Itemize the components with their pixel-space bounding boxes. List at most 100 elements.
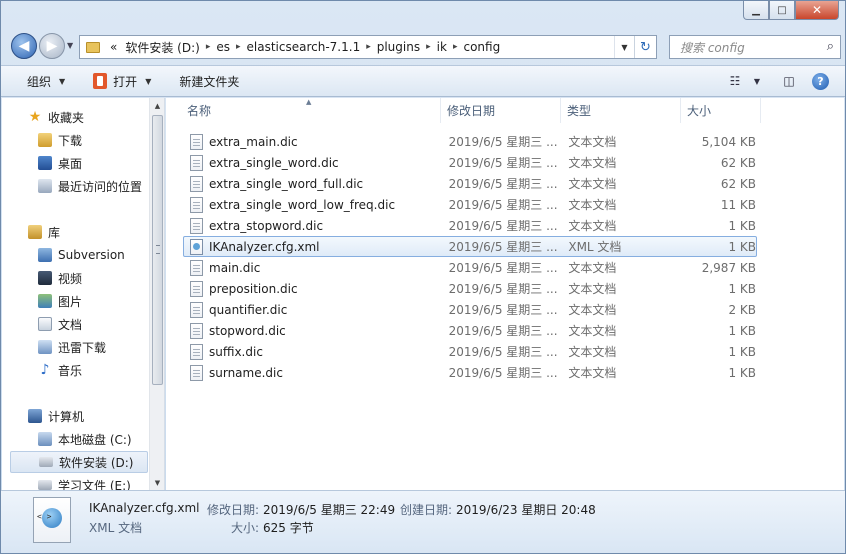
file-row[interactable]: suffix.dic 2019/6/5 星期三 ... 文本文档 1 KB: [183, 341, 757, 362]
tree-computer[interactable]: 计算机: [28, 405, 164, 427]
new-folder-button[interactable]: 新建文件夹: [179, 73, 239, 90]
scroll-down-icon[interactable]: ▼: [150, 475, 164, 491]
breadcrumb-separator-icon[interactable]: ▸: [234, 42, 243, 52]
new-folder-label: 新建文件夹: [179, 74, 240, 89]
tree-label: 计算机: [48, 409, 85, 424]
file-date: 2019/6/5 星期三 ...: [448, 282, 558, 296]
file-row[interactable]: stopword.dic 2019/6/5 星期三 ... 文本文档 1 KB: [183, 320, 757, 341]
file-type: 文本文档: [568, 303, 617, 317]
file-row[interactable]: extra_single_word.dic 2019/6/5 星期三 ... 文本文…: [183, 152, 757, 173]
breadcrumb-drive-d[interactable]: 软件安装 (D:): [121, 39, 203, 56]
column-date-label: 修改日期: [447, 104, 496, 118]
view-dropdown-arrow-icon[interactable]: ▼: [748, 72, 766, 90]
tree-item-documents[interactable]: 文档: [38, 313, 164, 335]
tree-libraries[interactable]: 库: [28, 221, 164, 243]
tree-item-desktop[interactable]: 桌面: [38, 152, 164, 174]
text-file-icon: [190, 301, 203, 318]
preview-pane-icon[interactable]: ◫: [780, 72, 798, 90]
tree-item-downloads[interactable]: 下载: [38, 129, 164, 151]
subversion-icon: [38, 248, 52, 262]
file-type: 文本文档: [568, 282, 617, 296]
column-header-name[interactable]: ▲ 名称: [166, 98, 441, 123]
breadcrumb-separator-icon[interactable]: ▸: [204, 42, 213, 52]
tree-item-thunder-downloads[interactable]: 迅雷下载: [38, 336, 164, 358]
file-row-selected[interactable]: IKAnalyzer.cfg.xml 2019/6/5 星期三 ... XML 文档…: [183, 236, 757, 257]
tree-item-music[interactable]: ♪ 音乐: [38, 359, 164, 381]
tree-favorites[interactable]: ★ 收藏夹: [28, 106, 164, 128]
address-bar[interactable]: « 软件安装 (D:) ▸ es ▸ elasticsearch-7.1.1 ▸…: [79, 35, 657, 59]
breadcrumb-separator-icon[interactable]: ▸: [451, 42, 460, 52]
navigation-scrollbar[interactable]: ▲ ▼: [149, 98, 164, 491]
file-date: 2019/6/5 星期三 ...: [448, 177, 558, 191]
address-history-dropdown-icon[interactable]: ▼: [614, 36, 634, 58]
breadcrumb-plugins[interactable]: plugins: [373, 40, 424, 54]
address-overflow-chevron[interactable]: «: [106, 40, 121, 54]
search-icon[interactable]: ⌕: [827, 39, 834, 54]
text-file-icon: [190, 322, 203, 339]
breadcrumb-es[interactable]: es: [212, 40, 234, 54]
tree-item-drive-c[interactable]: 本地磁盘 (C:): [38, 428, 164, 450]
command-toolbar: 组织 ▼ 打开 ▼ 新建文件夹 ☷ ▼ ◫ ?: [1, 65, 845, 97]
details-modified-value: 2019/6/5 星期三 22:49: [263, 503, 396, 517]
music-note-icon: ♪: [40, 362, 50, 378]
file-row[interactable]: extra_single_word_full.dic 2019/6/5 星期三 .…: [183, 173, 757, 194]
column-header-size[interactable]: 大小: [681, 98, 761, 123]
column-size-label: 大小: [687, 104, 712, 118]
breadcrumb-config[interactable]: config: [459, 40, 504, 54]
scroll-thumb[interactable]: [152, 115, 163, 385]
back-button[interactable]: ◀: [11, 33, 37, 59]
file-row[interactable]: quantifier.dic 2019/6/5 星期三 ... 文本文档 2 KB: [183, 299, 757, 320]
scroll-up-icon[interactable]: ▲: [150, 98, 164, 114]
file-row[interactable]: preposition.dic 2019/6/5 星期三 ... 文本文档 1 KB: [183, 278, 757, 299]
file-row[interactable]: extra_single_word_low_freq.dic 2019/6/5 星…: [183, 194, 757, 215]
file-list-pane: ▲ 名称 修改日期 类型 大小 extra_main.dic 2019/6/5 星…: [166, 98, 844, 491]
file-name: main.dic: [209, 260, 261, 275]
file-row[interactable]: extra_main.dic 2019/6/5 星期三 ... 文本文档 5,104 …: [183, 131, 757, 152]
file-date: 2019/6/5 星期三 ...: [448, 240, 558, 254]
file-name: quantifier.dic: [209, 302, 288, 317]
navigation-bar: ◀ ▶ ▼ « 软件安装 (D:) ▸ es ▸ elasticsearch-7…: [7, 31, 841, 61]
maximize-button[interactable]: □: [769, 1, 795, 20]
recent-pages-dropdown[interactable]: ▼: [67, 41, 73, 50]
file-name: preposition.dic: [209, 281, 298, 296]
column-type-label: 类型: [567, 104, 592, 118]
organize-button[interactable]: 组织 ▼: [27, 73, 65, 90]
file-name: IKAnalyzer.cfg.xml: [209, 239, 320, 254]
tree-item-videos[interactable]: 视频: [38, 267, 164, 289]
file-name: surname.dic: [209, 365, 283, 380]
column-header-date[interactable]: 修改日期: [441, 98, 561, 123]
minimize-button[interactable]: ▁: [743, 1, 769, 20]
tree-label: 本地磁盘 (C:): [58, 432, 132, 447]
file-size: 1 KB: [728, 365, 756, 380]
forward-button[interactable]: ▶: [39, 33, 65, 59]
file-date: 2019/6/5 星期三 ...: [448, 156, 558, 170]
breadcrumb-separator-icon[interactable]: ▸: [424, 42, 433, 52]
breadcrumb-separator-icon[interactable]: ▸: [364, 42, 373, 52]
refresh-icon[interactable]: ↻: [634, 36, 656, 58]
tree-item-drive-e[interactable]: 学习文件 (E:): [38, 474, 164, 491]
breadcrumb-elasticsearch[interactable]: elasticsearch-7.1.1: [243, 40, 365, 54]
file-row[interactable]: surname.dic 2019/6/5 星期三 ... 文本文档 1 KB: [183, 362, 757, 383]
open-button[interactable]: 打开 ▼: [93, 73, 151, 90]
tree-item-drive-d[interactable]: 软件安装 (D:): [10, 451, 148, 473]
file-name: extra_stopword.dic: [209, 218, 324, 233]
organize-label: 组织: [27, 74, 52, 89]
close-button[interactable]: ✕: [795, 1, 839, 20]
search-input[interactable]: 搜索 config ⌕: [669, 35, 841, 59]
desktop-icon: [38, 156, 52, 170]
tree-item-recent-places[interactable]: 最近访问的位置: [38, 175, 164, 197]
help-icon[interactable]: ?: [812, 72, 829, 90]
file-row[interactable]: main.dic 2019/6/5 星期三 ... 文本文档 2,987 KB: [183, 257, 757, 278]
tree-item-pictures[interactable]: 图片: [38, 290, 164, 312]
view-options-icon[interactable]: ☷: [726, 72, 744, 90]
breadcrumb-ik[interactable]: ik: [433, 40, 451, 54]
text-file-icon: [190, 175, 203, 192]
column-header-type[interactable]: 类型: [561, 98, 681, 123]
file-type: 文本文档: [568, 135, 617, 149]
file-row[interactable]: extra_stopword.dic 2019/6/5 星期三 ... 文本文档 1 …: [183, 215, 757, 236]
tree-item-subversion[interactable]: Subversion: [38, 244, 164, 266]
file-size: 1 KB: [728, 239, 756, 254]
drive-icon: [39, 457, 53, 467]
text-file-icon: [190, 259, 203, 276]
file-name: suffix.dic: [209, 344, 263, 359]
